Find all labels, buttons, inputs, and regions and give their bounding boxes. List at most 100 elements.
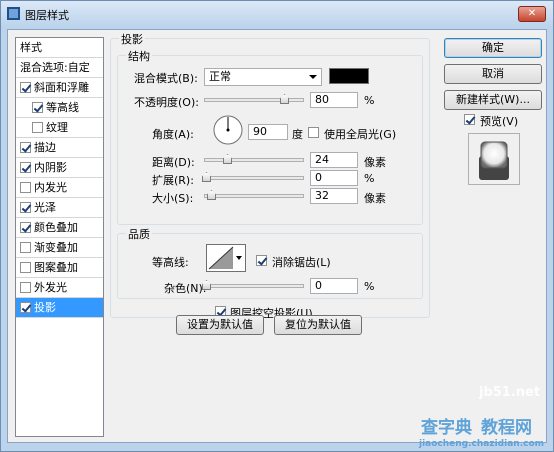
style-item-checkbox[interactable] bbox=[20, 222, 31, 233]
spread-unit: % bbox=[364, 172, 375, 185]
opacity-input[interactable]: 80 bbox=[310, 92, 358, 108]
style-item-checkbox[interactable] bbox=[20, 82, 31, 93]
style-item-label: 渐变叠加 bbox=[34, 241, 78, 254]
style-item-checkbox[interactable] bbox=[20, 262, 31, 273]
style-item-checkbox[interactable] bbox=[20, 302, 31, 313]
distance-input[interactable]: 24 bbox=[310, 152, 358, 168]
structure-title: 结构 bbox=[126, 48, 152, 64]
distance-slider[interactable] bbox=[204, 154, 304, 164]
preview-checkbox[interactable] bbox=[464, 114, 475, 125]
style-item[interactable]: 颜色叠加 bbox=[16, 218, 103, 238]
cancel-button[interactable]: 取消 bbox=[444, 64, 542, 84]
style-item[interactable]: 等高线 bbox=[16, 98, 103, 118]
style-item-label: 斜面和浮雕 bbox=[34, 81, 89, 94]
spread-input[interactable]: 0 bbox=[310, 170, 358, 186]
style-item[interactable]: 投影 bbox=[16, 298, 103, 318]
style-item-checkbox[interactable] bbox=[20, 142, 31, 153]
dialog-title: 图层样式 bbox=[25, 9, 69, 22]
style-list-header[interactable]: 样式 bbox=[16, 38, 103, 58]
style-item[interactable]: 纹理 bbox=[16, 118, 103, 138]
style-item[interactable]: 外发光 bbox=[16, 278, 103, 298]
size-slider[interactable] bbox=[204, 190, 304, 200]
style-item-checkbox[interactable] bbox=[20, 282, 31, 293]
style-item-label: 外发光 bbox=[34, 281, 67, 294]
global-light-label[interactable]: 使用全局光(G) bbox=[324, 126, 396, 142]
contour-picker[interactable] bbox=[206, 244, 246, 272]
noise-label: 杂色(N): bbox=[164, 282, 207, 295]
opacity-slider[interactable] bbox=[204, 94, 304, 104]
style-item-label: 内发光 bbox=[34, 181, 67, 194]
style-item-label: 颜色叠加 bbox=[34, 221, 78, 234]
preview-label[interactable]: 预览(V) bbox=[480, 113, 518, 129]
style-item-checkbox[interactable] bbox=[20, 182, 31, 193]
contour-label: 等高线: bbox=[152, 256, 189, 269]
style-item-checkbox[interactable] bbox=[20, 242, 31, 253]
global-light-checkbox[interactable] bbox=[308, 127, 319, 138]
distance-slider-thumb[interactable] bbox=[223, 154, 232, 164]
photoshop-app-icon bbox=[7, 7, 20, 20]
style-item[interactable]: 描边 bbox=[16, 138, 103, 158]
dialog-body: 样式 混合选项:自定 斜面和浮雕等高线纹理描边内阴影内发光光泽颜色叠加渐变叠加图… bbox=[7, 29, 547, 443]
spread-slider[interactable] bbox=[202, 172, 304, 182]
opacity-slider-thumb[interactable] bbox=[280, 94, 289, 104]
structure-group: 结构 混合模式(B): 正常 不透明度(O): 80 % 角度(A): 90 度… bbox=[117, 48, 423, 225]
noise-input[interactable]: 0 bbox=[310, 278, 358, 294]
style-item-label: 投影 bbox=[34, 301, 56, 314]
style-item-label: 纹理 bbox=[46, 121, 68, 134]
blend-options-item[interactable]: 混合选项:自定 bbox=[16, 58, 103, 78]
style-item[interactable]: 斜面和浮雕 bbox=[16, 78, 103, 98]
quality-group: 品质 等高线: 消除锯齿(L) 杂色(N): 0 % bbox=[117, 226, 423, 299]
style-item-checkbox[interactable] bbox=[20, 202, 31, 213]
watermark-brand: 查字典 bbox=[421, 418, 472, 438]
opacity-unit: % bbox=[364, 94, 375, 107]
antialias-checkbox[interactable] bbox=[256, 255, 267, 266]
angle-input[interactable]: 90 bbox=[248, 124, 288, 140]
opacity-label: 不透明度(O): bbox=[134, 96, 199, 109]
style-item[interactable]: 内阴影 bbox=[16, 158, 103, 178]
size-input[interactable]: 32 bbox=[310, 188, 358, 204]
style-item-label: 内阴影 bbox=[34, 161, 67, 174]
distance-label: 距离(D): bbox=[152, 156, 195, 169]
reset-default-button[interactable]: 复位为默认值 bbox=[274, 315, 362, 335]
chevron-down-icon bbox=[309, 75, 317, 79]
style-item-label: 光泽 bbox=[34, 201, 56, 214]
style-item-label: 等高线 bbox=[46, 101, 79, 114]
size-slider-thumb[interactable] bbox=[207, 190, 216, 200]
drop-shadow-title: 投影 bbox=[119, 31, 145, 47]
preview-swatch-image bbox=[469, 134, 519, 184]
close-button[interactable]: ✕ bbox=[518, 6, 546, 22]
shadow-color-swatch[interactable] bbox=[329, 68, 369, 84]
watermark-url: jiaocheng.chazidian.com bbox=[419, 439, 545, 449]
style-item[interactable]: 内发光 bbox=[16, 178, 103, 198]
blend-mode-value: 正常 bbox=[209, 70, 231, 83]
style-item[interactable]: 图案叠加 bbox=[16, 258, 103, 278]
spread-label: 扩展(R): bbox=[152, 174, 194, 187]
style-item-label: 图案叠加 bbox=[34, 261, 78, 274]
watermark-brand-suffix: 教程网 bbox=[481, 418, 532, 438]
distance-unit: 像素 bbox=[364, 156, 386, 169]
contour-preview-icon bbox=[208, 246, 234, 270]
blend-mode-select[interactable]: 正常 bbox=[204, 68, 322, 86]
spread-slider-thumb[interactable] bbox=[202, 172, 211, 182]
noise-slider[interactable] bbox=[202, 280, 304, 290]
chevron-down-icon[interactable] bbox=[236, 256, 242, 260]
angle-dial[interactable] bbox=[212, 114, 244, 146]
style-item[interactable]: 渐变叠加 bbox=[16, 238, 103, 258]
antialias-label[interactable]: 消除锯齿(L) bbox=[272, 254, 331, 270]
quality-title: 品质 bbox=[126, 226, 152, 242]
ok-button[interactable]: 确定 bbox=[444, 38, 542, 58]
style-item-label: 描边 bbox=[34, 141, 56, 154]
style-item-checkbox[interactable] bbox=[32, 122, 43, 133]
noise-unit: % bbox=[364, 280, 375, 293]
new-style-button[interactable]: 新建样式(W)... bbox=[444, 90, 542, 110]
title-bar[interactable]: 图层样式 ✕ bbox=[1, 1, 553, 27]
make-default-button[interactable]: 设置为默认值 bbox=[176, 315, 264, 335]
style-item-checkbox[interactable] bbox=[32, 102, 43, 113]
style-list: 样式 混合选项:自定 斜面和浮雕等高线纹理描边内阴影内发光光泽颜色叠加渐变叠加图… bbox=[15, 37, 104, 437]
style-item-checkbox[interactable] bbox=[20, 162, 31, 173]
size-label: 大小(S): bbox=[152, 192, 194, 205]
drop-shadow-group: 投影 结构 混合模式(B): 正常 不透明度(O): 80 % 角度(A): 9… bbox=[110, 31, 430, 320]
style-item[interactable]: 光泽 bbox=[16, 198, 103, 218]
blend-mode-label: 混合模式(B): bbox=[134, 72, 198, 85]
size-unit: 像素 bbox=[364, 192, 386, 205]
